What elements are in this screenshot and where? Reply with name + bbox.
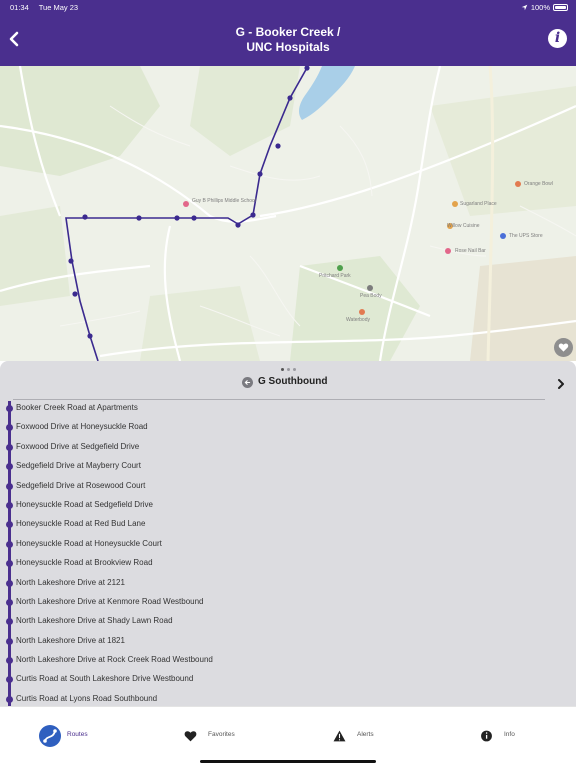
stop-dot <box>6 695 13 703</box>
home-indicator <box>200 760 376 763</box>
status-time: 01:34 <box>10 3 29 12</box>
direction-arrow-icon <box>242 377 253 388</box>
map-label-willow: Willow Cuisine <box>447 223 480 229</box>
stops-panel: G Southbound Booker Creek Road at Apartm… <box>0 361 576 706</box>
stop-label: Curtis Road at South Lakeshore Drive Wes… <box>16 674 194 684</box>
stop-label: Honeysuckle Road at Sedgefield Drive <box>16 499 153 509</box>
stop-label: North Lakeshore Drive at 1821 <box>16 635 125 645</box>
warning-icon <box>333 730 346 742</box>
tab-favorites-label: Favorites <box>208 731 235 738</box>
header-bar: 01:34 Tue May 23 100% G - Booker Creek /… <box>0 0 576 66</box>
stop-label: Honeysuckle Road at Brookview Road <box>16 558 153 568</box>
map-label-rose: Rose Nail Bar <box>455 248 486 254</box>
tab-routes-label: Routes <box>67 731 88 738</box>
map-label-ups-store: The UPS Store <box>509 233 543 239</box>
direction-header: G Southbound <box>0 375 576 393</box>
stop-dot <box>6 521 13 529</box>
stop-item[interactable]: Foxwood Drive at Sedgefield Drive <box>0 440 576 459</box>
stop-label: Honeysuckle Road at Honeysuckle Court <box>16 538 162 548</box>
stop-item[interactable]: Honeysuckle Road at Red Bud Lane <box>0 517 576 536</box>
stop-label: North Lakeshore Drive at Shady Lawn Road <box>16 616 173 626</box>
stop-label: Foxwood Drive at Honeysuckle Road <box>16 422 148 432</box>
stop-label: Sedgefield Drive at Rosewood Court <box>16 480 146 490</box>
stop-item[interactable]: North Lakeshore Drive at Kenmore Road We… <box>0 595 576 614</box>
stop-dot <box>6 560 13 568</box>
heart-icon <box>558 343 569 352</box>
back-button[interactable] <box>6 30 22 48</box>
map-canvas <box>0 66 576 361</box>
tab-bar: Routes Favorites Alerts Info <box>0 706 576 768</box>
stop-item[interactable]: Honeysuckle Road at Brookview Road <box>0 556 576 575</box>
stop-item[interactable]: North Lakeshore Drive at Rock Creek Road… <box>0 653 576 672</box>
route-title-line1: G - Booker Creek / <box>235 25 341 39</box>
routes-icon <box>39 725 61 747</box>
panel-divider <box>13 399 545 400</box>
stop-dot <box>6 676 13 684</box>
stop-label: Booker Creek Road at Apartments <box>16 403 138 412</box>
stop-dot <box>6 501 13 509</box>
stop-dot <box>6 579 13 587</box>
stop-label: Sedgefield Drive at Mayberry Court <box>16 461 141 471</box>
stop-item[interactable]: Honeysuckle Road at Honeysuckle Court <box>0 537 576 556</box>
page-indicator[interactable] <box>281 368 296 371</box>
stop-item[interactable]: North Lakeshore Drive at 1821 <box>0 634 576 653</box>
stop-item[interactable]: North Lakeshore Drive at Shady Lawn Road <box>0 614 576 633</box>
route-title-line2: UNC Hospitals <box>246 40 330 54</box>
map-label-sugarland: Sugarland Place <box>460 201 497 207</box>
chevron-left-icon <box>9 31 19 47</box>
stop-item[interactable]: Curtis Road at Lyons Road Southbound <box>0 692 576 706</box>
info-circle-icon <box>481 730 492 742</box>
tab-info-label: Info <box>504 731 515 738</box>
route-title: G - Booker Creek / UNC Hospitals <box>150 25 426 55</box>
stop-item[interactable]: Curtis Road at South Lakeshore Drive Wes… <box>0 672 576 691</box>
heart-icon <box>184 731 197 742</box>
stop-dot <box>6 405 13 412</box>
stop-label: Foxwood Drive at Sedgefield Drive <box>16 441 140 451</box>
stop-label: North Lakeshore Drive at 2121 <box>16 577 125 587</box>
map-label-waterbody: Waterbody <box>346 317 370 323</box>
stop-label: Honeysuckle Road at Red Bud Lane <box>16 519 146 529</box>
favorite-route-button[interactable] <box>554 338 573 357</box>
status-bar: 01:34 Tue May 23 100% <box>10 3 568 13</box>
location-arrow-icon <box>521 4 528 11</box>
stop-item[interactable]: North Lakeshore Drive at 2121 <box>0 576 576 595</box>
stop-dot <box>6 637 13 645</box>
battery-percent: 100% <box>530 3 550 12</box>
stop-dot <box>6 598 13 606</box>
app-screen: 01:34 Tue May 23 100% G - Booker Creek /… <box>0 0 576 768</box>
stop-dot <box>6 443 13 451</box>
stop-dot <box>6 540 13 548</box>
stop-item[interactable]: Sedgefield Drive at Rosewood Court <box>0 479 576 498</box>
direction-label: G Southbound <box>258 376 328 387</box>
next-direction-button[interactable] <box>556 377 566 389</box>
stop-dot <box>6 618 13 626</box>
stop-item[interactable]: Honeysuckle Road at Sedgefield Drive <box>0 498 576 517</box>
stop-dot <box>6 424 13 432</box>
map-label-park: Pritchard Park <box>319 273 351 279</box>
tab-alerts-label: Alerts <box>357 731 374 738</box>
stop-list: Booker Creek Road at Apartments Foxwood … <box>0 401 576 706</box>
stop-item[interactable]: Foxwood Drive at Honeysuckle Road <box>0 420 576 439</box>
chevron-right-icon <box>558 379 564 389</box>
info-button[interactable]: i <box>548 29 567 48</box>
stop-item[interactable]: Sedgefield Drive at Mayberry Court <box>0 459 576 478</box>
map-label-pea-body: Pea Body <box>360 293 382 299</box>
stop-label: North Lakeshore Drive at Kenmore Road We… <box>16 596 204 606</box>
stop-label: Curtis Road at Lyons Road Southbound <box>16 693 158 703</box>
info-icon: i <box>554 30 561 46</box>
stop-item[interactable]: Booker Creek Road at Apartments <box>0 401 576 420</box>
map-label-school: Guy B Phillips Middle School <box>192 198 256 204</box>
stop-dot <box>6 482 13 490</box>
route-map[interactable]: Guy B Phillips Middle School Pritchard P… <box>0 66 576 361</box>
stop-dot <box>6 657 13 665</box>
map-label-orange: Orange Bowl <box>524 181 553 187</box>
stop-label: North Lakeshore Drive at Rock Creek Road… <box>16 655 213 665</box>
battery-icon <box>553 4 568 11</box>
status-date: Tue May 23 <box>38 3 79 12</box>
stop-dot <box>6 463 13 471</box>
